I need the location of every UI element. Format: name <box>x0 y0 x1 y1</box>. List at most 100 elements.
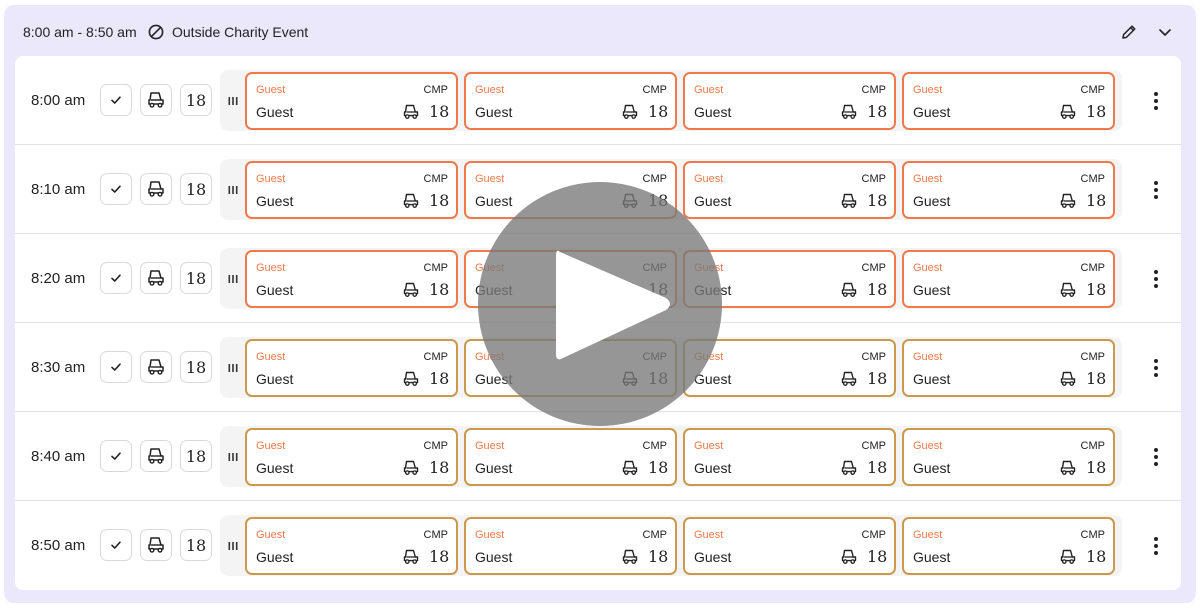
player-name: Guest <box>913 193 951 209</box>
player-holes: 18 <box>867 458 888 477</box>
tee-time: 8:40 am <box>31 448 86 465</box>
check-icon <box>111 541 121 549</box>
player-type-tag: Guest <box>256 262 286 274</box>
rate-code: CMP <box>423 84 448 96</box>
golf-cart-icon <box>148 359 164 375</box>
player-holes: 18 <box>1086 547 1107 566</box>
player-name: Guest <box>256 104 294 120</box>
check-in-button[interactable] <box>100 84 132 116</box>
group-header: 8:00 am - 8:50 am Outside Charity Event <box>4 5 1196 57</box>
player-card[interactable]: Guest CMP Guest 18 <box>683 72 896 130</box>
player-name: Guest <box>256 549 294 565</box>
player-holes: 18 <box>429 191 450 210</box>
player-card[interactable]: Guest CMP Guest 18 <box>902 339 1115 397</box>
golf-cart-icon <box>1060 549 1076 564</box>
holes-button[interactable]: 18 <box>180 440 212 472</box>
player-card[interactable]: Guest CMP Guest 18 <box>245 250 458 308</box>
player-card[interactable]: Guest CMP Guest 18 <box>245 428 458 486</box>
player-holes: 18 <box>867 102 888 121</box>
drag-handle-icon[interactable] <box>228 274 238 284</box>
golf-cart-icon <box>841 282 857 297</box>
golf-cart-icon <box>148 181 164 197</box>
check-in-button[interactable] <box>100 262 132 294</box>
player-holes: 18 <box>429 280 450 299</box>
player-card[interactable]: Guest CMP Guest 18 <box>902 161 1115 219</box>
rate-code: CMP <box>423 351 448 363</box>
player-name: Guest <box>256 282 294 298</box>
player-holes: 18 <box>429 369 450 388</box>
player-type-tag: Guest <box>475 84 505 96</box>
player-card[interactable]: Guest CMP Guest 18 <box>245 161 458 219</box>
tee-time: 8:10 am <box>31 181 86 198</box>
drag-handle-icon[interactable] <box>228 96 238 106</box>
more-options-icon[interactable] <box>1152 536 1160 556</box>
cart-button[interactable] <box>140 351 172 383</box>
more-options-icon[interactable] <box>1152 358 1160 378</box>
player-type-tag: Guest <box>256 529 286 541</box>
player-name: Guest <box>694 104 732 120</box>
player-card[interactable]: Guest CMP Guest 18 <box>245 517 458 575</box>
player-card[interactable]: Guest CMP Guest 18 <box>245 72 458 130</box>
rate-code: CMP <box>642 529 667 541</box>
play-icon <box>556 250 670 360</box>
player-card[interactable]: Guest CMP Guest 18 <box>464 428 677 486</box>
rate-code: CMP <box>861 262 886 274</box>
drag-handle-icon[interactable] <box>228 185 238 195</box>
event-name: Outside Charity Event <box>172 24 309 40</box>
rate-code: CMP <box>642 84 667 96</box>
cart-button[interactable] <box>140 173 172 205</box>
more-options-icon[interactable] <box>1152 269 1160 289</box>
cart-button[interactable] <box>140 262 172 294</box>
player-card[interactable]: Guest CMP Guest 18 <box>902 517 1115 575</box>
rate-code: CMP <box>861 529 886 541</box>
more-options-icon[interactable] <box>1152 91 1160 111</box>
player-holes: 18 <box>867 191 888 210</box>
player-card[interactable]: Guest CMP Guest 18 <box>902 72 1115 130</box>
player-card[interactable]: Guest CMP Guest 18 <box>464 72 677 130</box>
player-type-tag: Guest <box>913 440 943 452</box>
check-icon <box>111 452 121 460</box>
check-icon <box>111 96 121 104</box>
player-slots: Guest CMP Guest 18 Guest CMP Guest 18 Gu… <box>220 70 1122 131</box>
drag-handle-icon[interactable] <box>228 452 238 462</box>
player-card[interactable]: Guest CMP Guest 18 <box>245 339 458 397</box>
cart-button[interactable] <box>140 529 172 561</box>
drag-handle-icon[interactable] <box>228 363 238 373</box>
player-name: Guest <box>694 549 732 565</box>
holes-button[interactable]: 18 <box>180 351 212 383</box>
holes-button[interactable]: 18 <box>180 84 212 116</box>
player-card[interactable]: Guest CMP Guest 18 <box>902 428 1115 486</box>
cart-button[interactable] <box>140 84 172 116</box>
chevron-down-icon[interactable] <box>1156 23 1174 41</box>
player-card[interactable]: Guest CMP Guest 18 <box>464 517 677 575</box>
player-card[interactable]: Guest CMP Guest 18 <box>683 517 896 575</box>
player-type-tag: Guest <box>913 351 943 363</box>
more-options-icon[interactable] <box>1152 447 1160 467</box>
holes-button[interactable]: 18 <box>180 262 212 294</box>
check-in-button[interactable] <box>100 529 132 561</box>
check-in-button[interactable] <box>100 440 132 472</box>
golf-cart-icon <box>841 193 857 208</box>
tee-time: 8:50 am <box>31 537 86 554</box>
golf-cart-icon <box>622 460 638 475</box>
player-type-tag: Guest <box>694 84 724 96</box>
cart-button[interactable] <box>140 440 172 472</box>
rate-code: CMP <box>1080 262 1105 274</box>
holes-button[interactable]: 18 <box>180 173 212 205</box>
check-in-button[interactable] <box>100 351 132 383</box>
player-card[interactable]: Guest CMP Guest 18 <box>683 428 896 486</box>
holes-button[interactable]: 18 <box>180 529 212 561</box>
check-in-button[interactable] <box>100 173 132 205</box>
player-name: Guest <box>256 193 294 209</box>
rate-code: CMP <box>423 262 448 274</box>
player-name: Guest <box>475 104 513 120</box>
player-type-tag: Guest <box>475 440 505 452</box>
video-play-button[interactable] <box>478 182 722 426</box>
more-options-icon[interactable] <box>1152 180 1160 200</box>
pencil-icon[interactable] <box>1120 23 1138 41</box>
drag-handle-icon[interactable] <box>228 541 238 551</box>
player-card[interactable]: Guest CMP Guest 18 <box>902 250 1115 308</box>
player-name: Guest <box>256 460 294 476</box>
player-type-tag: Guest <box>256 440 286 452</box>
player-holes: 18 <box>429 547 450 566</box>
